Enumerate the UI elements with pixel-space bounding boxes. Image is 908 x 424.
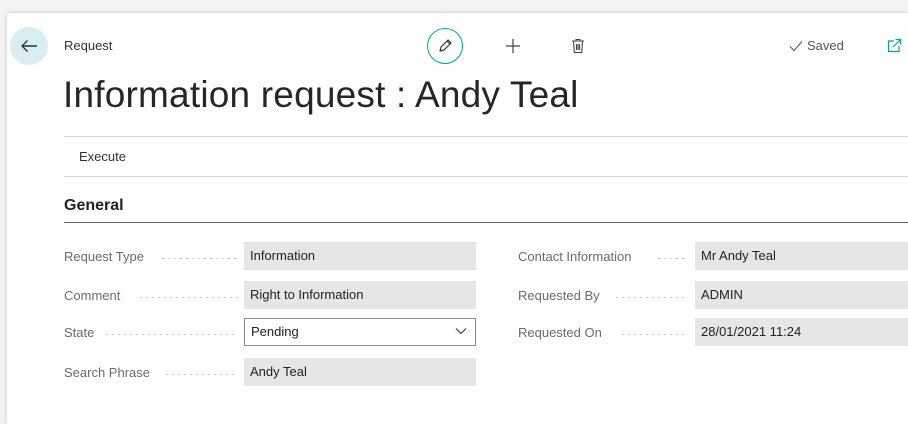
leader-dots: [614, 297, 688, 298]
pencil-icon: [439, 39, 452, 52]
plus-icon: [506, 39, 520, 53]
state-label: State: [64, 325, 95, 340]
leader-dots: [656, 258, 688, 259]
requested-by-label: Requested By: [518, 288, 600, 303]
page-title: Information request : Andy Teal: [63, 74, 579, 115]
leader-dots: [620, 334, 688, 335]
new-button[interactable]: [502, 35, 524, 57]
saved-label: Saved: [807, 38, 844, 53]
arrow-left-icon: [21, 40, 37, 52]
comment-field[interactable]: Right to Information: [244, 281, 476, 309]
trash-icon: [572, 38, 584, 54]
contact-information-field[interactable]: Mr Andy Teal: [695, 242, 908, 270]
execute-action[interactable]: Execute: [79, 149, 126, 164]
requested-by-field[interactable]: ADMIN: [695, 281, 908, 309]
delete-button[interactable]: [567, 35, 589, 57]
edit-button[interactable]: [427, 28, 463, 64]
requested-on-field[interactable]: 28/01/2021 11:24: [695, 318, 908, 346]
leader-dots: [104, 334, 238, 335]
search-phrase-label: Search Phrase: [64, 365, 150, 380]
leader-dots: [160, 258, 238, 259]
breadcrumb: Request: [64, 38, 113, 53]
search-phrase-field[interactable]: Andy Teal: [244, 358, 476, 386]
contact-information-label: Contact Information: [518, 249, 632, 264]
divider: [64, 176, 908, 177]
leader-dots: [164, 374, 238, 375]
leader-dots: [138, 297, 238, 298]
chevron-down-icon: [455, 328, 467, 335]
saved-status: Saved: [789, 38, 844, 53]
checkmark-icon: [789, 40, 803, 51]
state-select[interactable]: Pending: [244, 318, 476, 346]
divider: [64, 136, 908, 137]
section-title-general: General: [64, 197, 124, 214]
state-select-value: Pending: [251, 324, 299, 339]
back-button[interactable]: [10, 27, 48, 65]
section-divider: [64, 222, 908, 223]
request-type-field[interactable]: Information: [244, 242, 476, 270]
request-type-label: Request Type: [64, 249, 144, 264]
comment-label: Comment: [64, 288, 121, 303]
requested-on-label: Requested On: [518, 325, 602, 340]
popout-button[interactable]: [883, 35, 905, 57]
open-in-new-window-icon: [887, 38, 902, 53]
